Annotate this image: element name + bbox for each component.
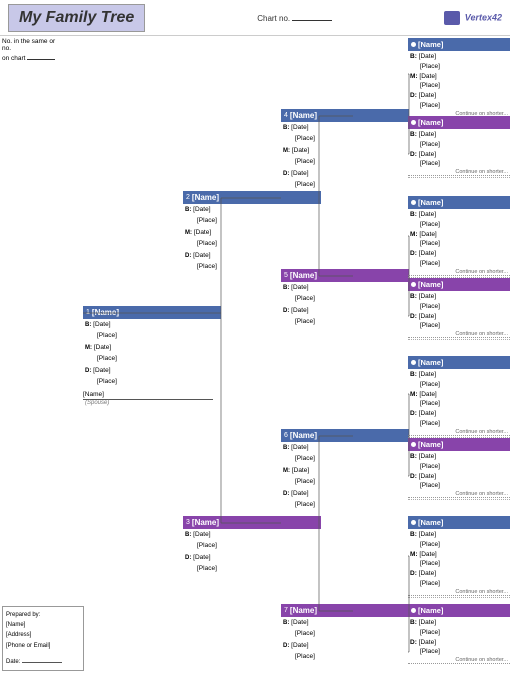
ancestor-8: [Name] B: [Date] [Place] M: [Date] [Plac… [408,38,510,120]
person-1-num: 1 [86,309,90,316]
bullet-12 [411,360,416,365]
prepared-by-box: Prepared by: [Name] [Address] [Phone or … [2,606,84,671]
ancestor-15-name: [Name] [418,606,443,615]
person-4-num: 4 [284,112,288,119]
bullet-10 [411,200,416,205]
chart-number-label: Chart no. [257,12,332,23]
ancestor-14-name: [Name] [418,518,443,527]
ancestor-8-name: [Name] [418,40,443,49]
person-1-spouse-name: [Name] [83,391,213,400]
ancestor-12: [Name] B: [Date] [Place] M: [Date] [Plac… [408,356,510,438]
logo: Vertex42 [444,11,502,25]
ancestor-15-fields: B: [Date] [Place] D: [Date] [Place] [408,618,510,657]
ancestor-13-fields: B: [Date] [Place] D: [Date] [Place] [408,452,510,491]
logo-text: Vertex42 [465,12,502,22]
person-2-name: [Name] [192,193,219,202]
person-6-num: 6 [284,432,288,439]
person-7-fields: B: [Date] [Place] D: [Date] [Place] [281,618,409,662]
ancestor-8-fields: B: [Date] [Place] M: [Date] [Place] D: [… [408,52,510,111]
ancestor-15: [Name] B: [Date] [Place] D: [Date] [Plac… [408,604,510,664]
continue-10: Continue on shorter... [408,269,510,276]
person-3: 3 [Name] B: [Date] [Place] D: [Date] [Pl… [183,516,321,574]
ancestor-9-fields: B: [Date] [Place] D: [Date] [Place] [408,130,510,169]
prepared-by-name: [Name] [6,620,80,630]
ancestor-10: [Name] B: [Date] [Place] M: [Date] [Plac… [408,196,510,278]
continue-14: Continue on shorter... [408,589,510,596]
bullet-9 [411,120,416,125]
person-4: 4 [Name] B: [Date] [Place] M: [Date] [Pl… [281,109,409,190]
ancestor-14: [Name] B: [Date] [Place] M: [Date] [Plac… [408,516,510,598]
person-2-num: 2 [186,194,190,201]
person-7-num: 7 [284,607,288,614]
ancestor-10-fields: B: [Date] [Place] M: [Date] [Place] D: [… [408,210,510,269]
continue-12: Continue on shorter... [408,429,510,436]
person-1-fields: B: [Date] [Place] M: [Date] [Place] D: [… [83,320,221,387]
person-3-name: [Name] [192,518,219,527]
logo-icon [444,11,460,25]
ancestor-12-name: [Name] [418,358,443,367]
ancestor-13: [Name] B: [Date] [Place] D: [Date] [Plac… [408,438,510,500]
prepared-by-phone: [Phone or Email] [6,641,80,651]
person-3-num: 3 [186,519,190,526]
header: My Family Tree Chart no. Vertex42 [0,0,510,36]
prepared-by-label: Prepared by: [6,610,80,620]
title-box: My Family Tree [8,4,145,32]
bullet-15 [411,608,416,613]
bullet-8 [411,42,416,47]
person-2: 2 [Name] B: [Date] [Place] M: [Date] [Pl… [183,191,321,272]
ancestor-11: [Name] B: [Date] [Place] D: [Date] [Plac… [408,278,510,340]
bullet-11 [411,282,416,287]
person-1: 1 [Name] B: [Date] [Place] M: [Date] [Pl… [83,306,221,406]
ancestor-10-name: [Name] [418,198,443,207]
continue-9: Continue on shorter... [408,169,510,176]
person-7-name: [Name] [290,606,317,615]
person-5-num: 5 [284,272,288,279]
person-6-fields: B: [Date] [Place] M: [Date] [Place] D: [… [281,443,409,510]
person-3-fields: B: [Date] [Place] D: [Date] [Place] [183,530,321,574]
ancestor-13-name: [Name] [418,440,443,449]
person-6: 6 [Name] B: [Date] [Place] M: [Date] [Pl… [281,429,409,510]
person-5: 5 [Name] B: [Date] [Place] D: [Date] [Pl… [281,269,409,327]
bullet-14 [411,520,416,525]
continue-15: Continue on shorter... [408,657,510,664]
person-7: 7 [Name] B: [Date] [Place] D: [Date] [Pl… [281,604,409,662]
continue-11: Continue on shorter... [408,331,510,338]
person-1-name: [Name] [92,308,119,317]
ancestor-14-fields: B: [Date] [Place] M: [Date] [Place] D: [… [408,530,510,589]
ancestor-9: [Name] B: [Date] [Place] D: [Date] [Plac… [408,116,510,178]
person-4-fields: B: [Date] [Place] M: [Date] [Place] D: [… [281,123,409,190]
person-5-name: [Name] [290,271,317,280]
bullet-13 [411,442,416,447]
prepared-by-date: Date: [6,655,80,667]
continue-13: Continue on shorter... [408,491,510,498]
person-4-name: [Name] [290,111,317,120]
ancestor-11-name: [Name] [418,280,443,289]
person-5-fields: B: [Date] [Place] D: [Date] [Place] [281,283,409,327]
ancestor-11-fields: B: [Date] [Place] D: [Date] [Place] [408,292,510,331]
ancestor-9-name: [Name] [418,118,443,127]
page-title: My Family Tree [19,9,134,26]
ancestor-12-fields: B: [Date] [Place] M: [Date] [Place] D: [… [408,370,510,429]
person-1-spouse-label: (Spouse) [83,400,221,406]
chart-note: No. in the same or no. on chart [2,38,84,62]
left-notes: No. in the same or no. on chart [2,38,84,62]
person-6-name: [Name] [290,431,317,440]
prepared-by-address: [Address] [6,630,80,640]
person-2-fields: B: [Date] [Place] M: [Date] [Place] D: [… [183,205,321,272]
